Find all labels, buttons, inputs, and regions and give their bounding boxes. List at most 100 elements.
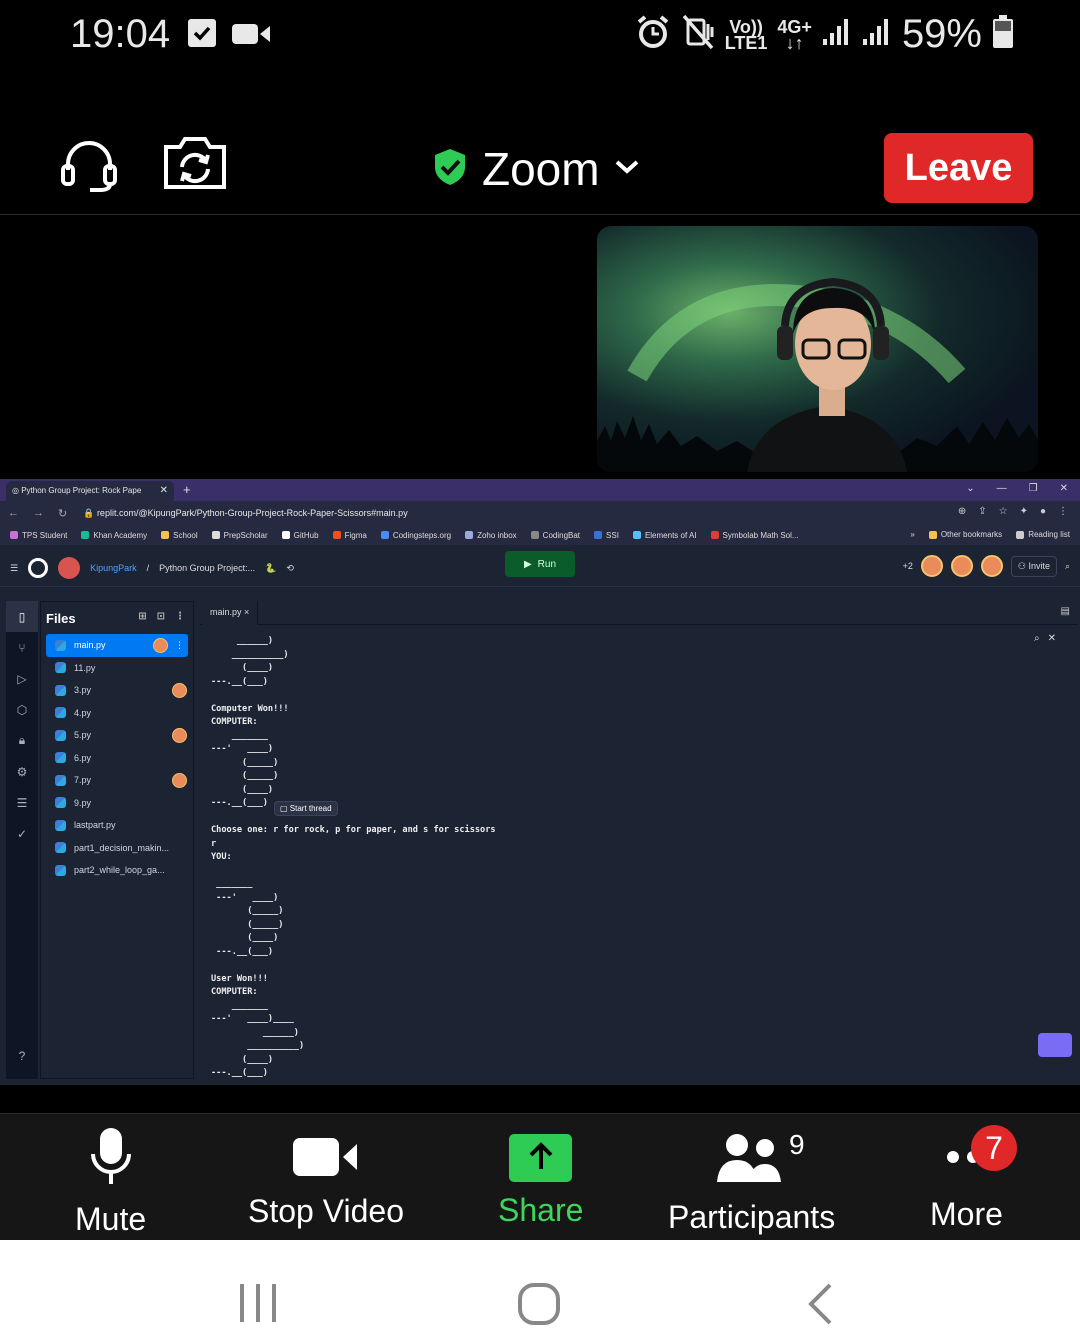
- back-icon[interactable]: [806, 1282, 834, 1331]
- shield-check-icon: [432, 147, 468, 192]
- console-output[interactable]: ⌕ ✕ ______) __________) (____) ---.__(__…: [200, 627, 1078, 1079]
- close-window-icon[interactable]: ✕: [1060, 483, 1068, 494]
- back-icon[interactable]: ←: [8, 507, 19, 520]
- file-item[interactable]: part1_decision_makin...: [41, 837, 193, 860]
- bookmark-item[interactable]: PrepScholar: [211, 530, 268, 540]
- reading-list[interactable]: Reading list: [1016, 530, 1070, 539]
- profile-icon[interactable]: ●: [1040, 506, 1046, 517]
- home-icon[interactable]: [517, 1282, 561, 1331]
- file-item[interactable]: 6.py: [41, 747, 193, 770]
- bookmarks-overflow[interactable]: »: [910, 530, 914, 539]
- menu-icon[interactable]: ⋮: [1058, 506, 1068, 517]
- secrets-lock-icon[interactable]: 🔒︎: [6, 725, 38, 756]
- repl-name[interactable]: Python Group Project:...: [159, 563, 255, 573]
- bookmark-label: PrepScholar: [223, 530, 268, 540]
- share-page-icon[interactable]: ⇪: [978, 506, 986, 517]
- bookmark-item[interactable]: Khan Academy: [81, 531, 147, 540]
- switch-camera-icon[interactable]: [162, 135, 228, 196]
- search-icon[interactable]: ⌕: [1065, 561, 1070, 572]
- comment-icon: ▢: [280, 804, 290, 813]
- share-button[interactable]: Share: [498, 1128, 583, 1229]
- browser-tab[interactable]: ◎ Python Group Project: Rock Pape ✕: [6, 481, 174, 501]
- invite-button[interactable]: ⚇ Invite: [1010, 555, 1057, 577]
- close-icon[interactable]: ✕: [1048, 633, 1056, 644]
- bookmark-item[interactable]: Figma: [332, 530, 367, 540]
- new-tab-icon[interactable]: +: [183, 482, 191, 497]
- other-bookmarks[interactable]: Other bookmarks: [928, 530, 1002, 539]
- extra-users-count[interactable]: +2: [903, 561, 913, 571]
- bookmark-item[interactable]: SSI: [594, 531, 619, 540]
- chevron-down-icon[interactable]: ⌄: [966, 483, 974, 494]
- check-icon[interactable]: ✓: [6, 818, 38, 849]
- file-item[interactable]: 9.py: [41, 792, 193, 815]
- file-item[interactable]: 7.py: [41, 769, 193, 792]
- extensions-icon[interactable]: ✦: [1020, 506, 1028, 517]
- participant-video-tile[interactable]: [597, 226, 1038, 472]
- shared-screen[interactable]: ◎ Python Group Project: Rock Pape ✕ + ⌄ …: [0, 479, 1080, 1085]
- chat-button[interactable]: [1038, 1033, 1072, 1057]
- bookmark-item[interactable]: CodingBat: [530, 531, 580, 540]
- version-control-icon[interactable]: ⑂: [6, 632, 38, 663]
- url-field[interactable]: replit.com/@KipungPark/Python-Group-Proj…: [97, 508, 408, 518]
- packages-icon[interactable]: ⬡: [6, 694, 38, 725]
- replit-header: ☰ KipungPark / Python Group Project:... …: [0, 545, 1080, 587]
- file-item[interactable]: 3.py: [41, 679, 193, 702]
- star-icon[interactable]: ☆: [999, 506, 1008, 517]
- file-item[interactable]: 11.py: [41, 657, 193, 680]
- file-item[interactable]: 4.py: [41, 702, 193, 725]
- editor-tab[interactable]: main.py ×: [202, 601, 259, 625]
- leave-button[interactable]: Leave: [884, 133, 1033, 203]
- stop-video-button[interactable]: Stop Video: [248, 1128, 404, 1230]
- more-options-icon[interactable]: ⋮: [175, 611, 185, 622]
- database-icon[interactable]: ☰: [6, 787, 38, 818]
- file-name: 11.py: [74, 662, 96, 673]
- bookmark-item[interactable]: Zoho inbox: [465, 531, 517, 540]
- new-folder-icon[interactable]: ⊡: [157, 611, 165, 622]
- forward-icon[interactable]: →: [33, 507, 44, 520]
- start-thread-button[interactable]: ▢ Start thread: [274, 801, 338, 816]
- settings-gear-icon[interactable]: ⚙: [6, 756, 38, 787]
- file-item[interactable]: part2_while_loop_ga...: [41, 859, 193, 882]
- bookmark-item[interactable]: Symbolab Math Sol...: [710, 531, 799, 540]
- share-icon-box: [509, 1134, 573, 1182]
- close-tab-icon[interactable]: ×: [244, 607, 249, 617]
- layout-toggle-icon[interactable]: ▤: [1061, 606, 1070, 617]
- close-tab-icon[interactable]: ✕: [160, 485, 168, 496]
- install-icon[interactable]: ⊕: [958, 506, 966, 517]
- bookmark-item[interactable]: Codingsteps.org: [380, 531, 451, 540]
- collaborator-avatar[interactable]: [950, 555, 973, 577]
- hamburger-menu-icon[interactable]: ☰: [10, 563, 18, 574]
- new-file-icon[interactable]: ⊞: [138, 611, 146, 622]
- user-avatar[interactable]: [58, 557, 81, 579]
- tool-rail: ▯ ⑂ ▷ ⬡ 🔒︎ ⚙ ☰ ✓ ?: [6, 601, 38, 1079]
- restore-icon[interactable]: ❐: [1029, 483, 1038, 494]
- files-tool-icon[interactable]: ▯: [6, 601, 38, 632]
- bookmark-item[interactable]: School: [161, 531, 198, 540]
- participants-button[interactable]: Participants: [668, 1128, 835, 1236]
- bookmark-label: TPS Student: [22, 530, 68, 540]
- search-icon[interactable]: ⌕: [1034, 633, 1040, 644]
- bookmark-item[interactable]: Elements of AI: [632, 531, 697, 540]
- mute-button[interactable]: Mute: [75, 1128, 146, 1238]
- file-item[interactable]: 5.py: [41, 724, 193, 747]
- file-menu-icon[interactable]: ⋮: [175, 640, 184, 651]
- collaborator-avatar[interactable]: [920, 555, 943, 577]
- bookmark-item[interactable]: TPS Student: [10, 531, 67, 540]
- python-file-icon: [55, 729, 66, 741]
- debugger-icon[interactable]: ▷: [6, 663, 38, 694]
- recent-apps-icon[interactable]: [238, 1282, 278, 1329]
- bookmark-label: Figma: [344, 530, 367, 540]
- file-item[interactable]: lastpart.py: [41, 814, 193, 837]
- help-icon[interactable]: ?: [6, 1040, 38, 1071]
- headset-icon[interactable]: [60, 140, 118, 197]
- minimize-icon[interactable]: —: [997, 483, 1007, 494]
- run-button[interactable]: ▶ Run: [505, 551, 575, 577]
- replit-logo[interactable]: [28, 558, 49, 578]
- bookmark-item[interactable]: GitHub: [281, 531, 319, 540]
- file-item[interactable]: main.py ⋮: [46, 634, 188, 657]
- history-icon[interactable]: ⟲: [286, 563, 294, 574]
- reload-icon[interactable]: ↻: [58, 507, 67, 520]
- collaborator-avatar[interactable]: [980, 555, 1003, 577]
- meeting-title-dropdown[interactable]: Zoom: [432, 142, 640, 196]
- repl-owner-link[interactable]: KipungPark: [90, 563, 137, 573]
